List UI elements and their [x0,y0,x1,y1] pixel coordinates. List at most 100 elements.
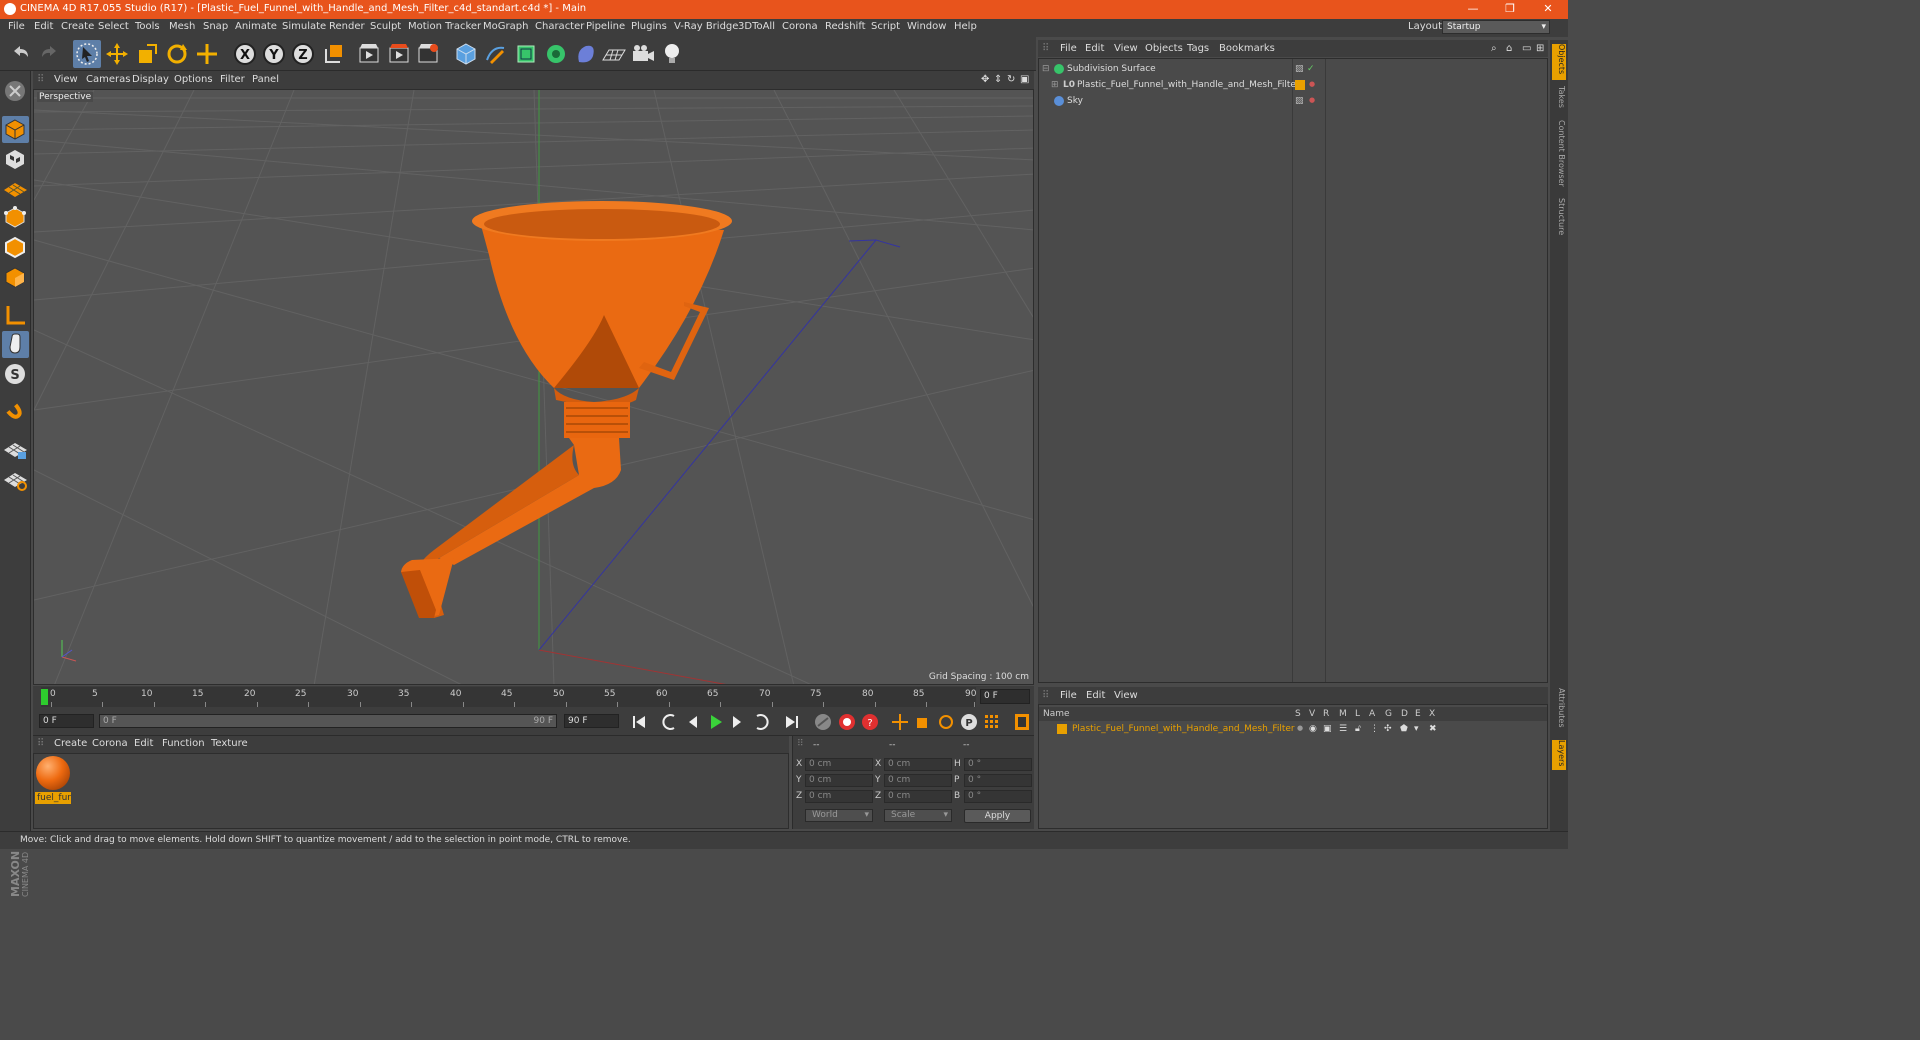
generator-icon[interactable]: ✣ [1384,724,1392,734]
close-button[interactable]: ✕ [1530,0,1566,19]
workplane-mode-button[interactable] [2,175,29,202]
expand-icon[interactable]: ⊞ [1051,80,1059,90]
viewport-menu-filter[interactable]: Filter [220,74,245,85]
column-manager[interactable]: M [1339,709,1347,719]
column-locked[interactable]: L [1355,709,1360,719]
material-menu-corona[interactable]: Corona [92,738,128,749]
current-frame-field[interactable]: 0 F [980,689,1030,704]
om-menu-file[interactable]: File [1060,43,1077,54]
make-editable-button[interactable] [2,78,29,105]
material-item[interactable]: fuel_fur [34,754,74,808]
object-row[interactable]: ⊞ L0 Plastic_Fuel_Funnel_with_Handle_and… [1039,77,1547,93]
viewport-scene[interactable] [34,90,1034,685]
rotate-view-icon[interactable]: ↻ [1007,74,1015,85]
key-pla-button[interactable] [981,711,1003,733]
lm-menu-edit[interactable]: Edit [1086,690,1105,701]
menu-pipeline[interactable]: Pipeline [586,21,625,32]
menu-window[interactable]: Window [907,21,946,32]
xref-icon[interactable]: ✖ [1429,724,1437,734]
visibility-dots-icon[interactable]: ● [1309,80,1315,88]
minimize-button[interactable]: — [1455,0,1491,19]
menu-help[interactable]: Help [954,21,977,32]
om-menu-tags[interactable]: Tags [1187,43,1209,54]
viewport-menu-cameras[interactable]: Cameras [86,74,130,85]
menu-create[interactable]: Create [61,21,94,32]
render-icon[interactable]: ▣ [1323,724,1332,734]
lm-menu-view[interactable]: View [1114,690,1138,701]
key-parameter-button[interactable]: P [958,711,980,733]
axis-mode-button[interactable] [2,302,29,329]
polygons-mode-button[interactable] [2,264,29,291]
z-axis-lock-button[interactable]: Z [289,40,317,68]
menu-corona[interactable]: Corona [782,21,818,32]
solo-mode-button[interactable]: S [2,361,29,388]
menu-render[interactable]: Render [329,21,365,32]
layer-color-swatch[interactable] [1295,80,1305,90]
perspective-viewport[interactable]: Perspective Grid Spacing : 100 cm [33,89,1034,685]
planar-workplane-button[interactable] [2,466,29,493]
live-selection-tool[interactable] [73,40,101,68]
collapse-icon[interactable]: ⊟ [1042,64,1050,74]
menu-redshift[interactable]: Redshift [825,21,866,32]
move-tool[interactable] [103,40,131,68]
material-menu-texture[interactable]: Texture [211,738,248,749]
size-x-field[interactable]: 0 cm [884,758,952,771]
deformer-icon[interactable]: ⬟ [1400,724,1408,734]
y-axis-lock-button[interactable]: Y [260,40,288,68]
solo-dot-icon[interactable]: ● [1297,724,1303,732]
menu-tools[interactable]: Tools [135,21,160,32]
home-icon[interactable]: ⌂ [1506,43,1512,54]
menu-motion-tracker[interactable]: Motion Tracker [408,21,481,32]
viewport-menu-panel[interactable]: Panel [252,74,279,85]
transform-tool[interactable] [193,40,221,68]
edit-render-settings-button[interactable] [414,40,442,68]
column-xref[interactable]: X [1429,709,1435,719]
previous-frame-button[interactable] [682,711,704,733]
apply-button[interactable]: Apply [964,809,1031,823]
menu-sculpt[interactable]: Sculpt [370,21,401,32]
timeline-ruler[interactable]: 0 5 10 15 20 25 30 35 40 45 50 55 60 65 … [41,687,976,707]
position-y-field[interactable]: 0 cm [805,774,873,787]
key-position-button[interactable] [889,711,911,733]
keyframe-selection-button[interactable]: ? [859,711,881,733]
om-menu-edit[interactable]: Edit [1085,43,1104,54]
light-button[interactable] [658,40,686,68]
restore-button[interactable]: ❐ [1492,0,1528,19]
layer-toggle-icon[interactable]: ▨ [1295,96,1304,106]
key-scale-button[interactable] [912,711,934,733]
move-view-icon[interactable]: ✥ [981,74,989,85]
expression-icon[interactable]: ▾ [1414,724,1419,734]
object-row[interactable]: ⊟ Subdivision Surface ▨ ✓ [1039,61,1547,77]
om-menu-objects[interactable]: Objects [1145,43,1183,54]
menu-mograph[interactable]: MoGraph [483,21,528,32]
snap-button[interactable] [2,399,29,426]
position-x-field[interactable]: 0 cm [805,758,873,771]
edges-mode-button[interactable] [2,234,29,261]
key-rotation-button[interactable] [935,711,957,733]
next-frame-button[interactable] [726,711,748,733]
camera-button[interactable] [629,40,657,68]
column-deformers[interactable]: D [1401,709,1408,719]
x-axis-lock-button[interactable]: X [231,40,259,68]
timeline-playhead[interactable] [41,689,48,705]
viewport-menu-options[interactable]: Options [174,74,213,85]
menu-file[interactable]: File [8,21,25,32]
coordinate-mode-select[interactable]: World ▾ [805,809,873,822]
layout-select[interactable]: Startup ▾ [1442,20,1550,34]
menu-vray-bridge[interactable]: V-Ray Bridge [674,21,738,32]
menu-select[interactable]: Select [98,21,129,32]
column-solo[interactable]: S [1295,709,1301,719]
start-frame-field[interactable]: 0 F [39,714,94,728]
autokeying-button[interactable] [836,711,858,733]
new-view-icon[interactable]: ▭ [1522,43,1531,54]
rotation-b-field[interactable]: 0 ° [964,790,1032,803]
menu-3dtoall[interactable]: 3DToAll [738,21,775,32]
tab-layers[interactable]: Layers [1552,740,1566,770]
tweak-mode-button[interactable] [2,331,29,358]
viewport-menu-view[interactable]: View [54,74,78,85]
record-keys-button[interactable] [812,711,834,733]
deformer-button[interactable] [572,40,600,68]
menu-edit[interactable]: Edit [34,21,53,32]
material-menu-create[interactable]: Create [54,738,87,749]
lock-icon[interactable]: 🔓︎ [1355,724,1361,734]
